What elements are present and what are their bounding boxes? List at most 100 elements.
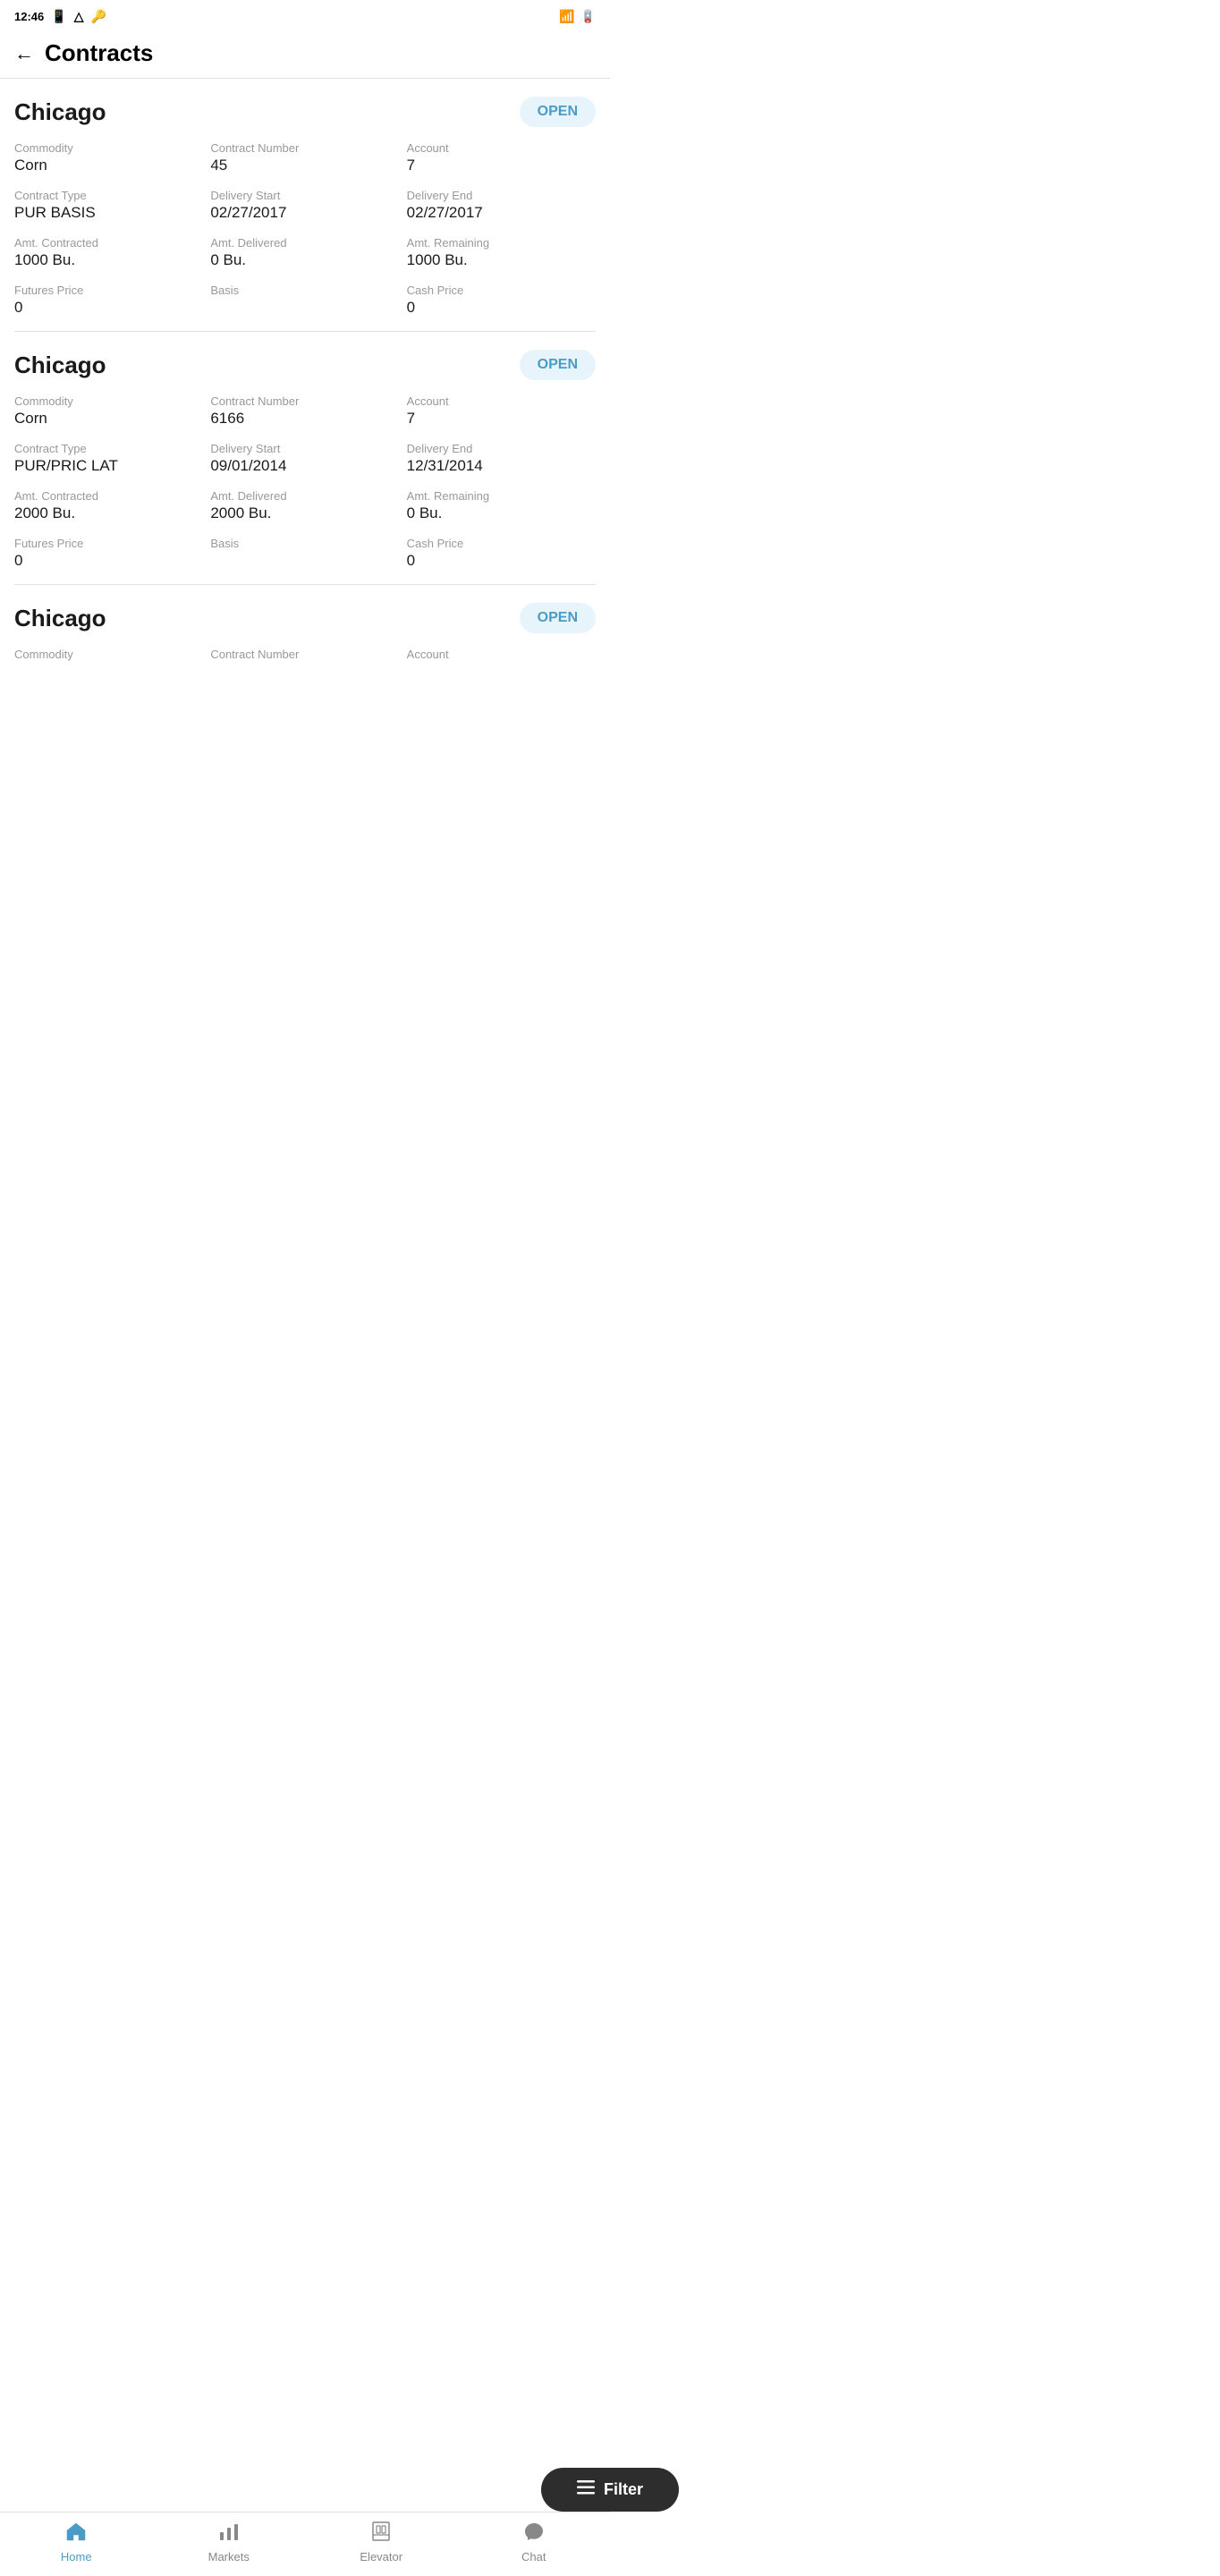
field-cash-price: Cash Price 0 (407, 537, 596, 570)
field-futures-price: Futures Price 0 (14, 284, 203, 317)
field-label: Contract Type (14, 442, 203, 455)
field-label: Account (407, 648, 596, 661)
avira-icon: △ (74, 9, 84, 24)
status-badge: OPEN (520, 603, 596, 633)
field-value: 7 (407, 410, 596, 428)
field-label: Amt. Delivered (210, 236, 399, 250)
field-basis: Basis (210, 284, 399, 317)
filter-icon (577, 2480, 595, 2499)
field-label: Cash Price (407, 284, 596, 297)
field-account: Account 7 (407, 141, 596, 174)
field-label: Amt. Remaining (407, 489, 596, 503)
nav-elevator[interactable]: Elevator (354, 2521, 408, 2563)
contract-header: Chicago OPEN (14, 350, 596, 380)
contract-card: Chicago OPEN Commodity Corn Contract Num… (14, 332, 596, 585)
filter-label: Filter (604, 2480, 643, 2499)
field-label: Amt. Contracted (14, 489, 203, 503)
field-label: Amt. Remaining (407, 236, 596, 250)
battery-icon: 🪫 (580, 9, 596, 24)
filter-button[interactable]: Filter (541, 2468, 679, 2512)
field-label: Delivery End (407, 442, 596, 455)
field-value: PUR/PRIC LAT (14, 457, 203, 475)
field-amt-delivered: Amt. Delivered 2000 Bu. (210, 489, 399, 522)
markets-icon (218, 2521, 240, 2546)
field-value: 0 (407, 299, 596, 317)
field-label: Contract Number (210, 648, 399, 661)
field-label: Basis (210, 284, 399, 297)
field-value: PUR BASIS (14, 204, 203, 222)
location-name: Chicago (14, 352, 106, 379)
contracts-list: Chicago OPEN Commodity Corn Contract Num… (0, 79, 610, 749)
field-label: Delivery End (407, 189, 596, 202)
field-delivery-end: Delivery End 02/27/2017 (407, 189, 596, 222)
field-label: Contract Number (210, 394, 399, 408)
contract-card: Chicago OPEN Commodity Corn Contract Num… (14, 79, 596, 332)
field-amt-contracted: Amt. Contracted 2000 Bu. (14, 489, 203, 522)
field-label: Account (407, 141, 596, 155)
field-label: Delivery Start (210, 189, 399, 202)
field-value: 7 (407, 157, 596, 174)
field-label: Amt. Contracted (14, 236, 203, 250)
field-commodity: Commodity (14, 648, 203, 663)
field-contract-number: Contract Number 45 (210, 141, 399, 174)
field-label: Contract Type (14, 189, 203, 202)
field-label: Cash Price (407, 537, 596, 550)
contract-header: Chicago OPEN (14, 603, 596, 633)
field-label: Account (407, 394, 596, 408)
field-value: 0 Bu. (210, 251, 399, 269)
field-label: Basis (210, 537, 399, 550)
chat-icon (523, 2521, 545, 2546)
field-account: Account (407, 648, 596, 663)
nav-markets[interactable]: Markets (202, 2521, 256, 2563)
field-delivery-start: Delivery Start 09/01/2014 (210, 442, 399, 475)
field-value: 1000 Bu. (407, 251, 596, 269)
fields-grid: Commodity Corn Contract Number 45 Accoun… (14, 141, 596, 317)
field-contract-type: Contract Type PUR/PRIC LAT (14, 442, 203, 475)
back-button[interactable]: ← (14, 42, 34, 65)
nav-home-label: Home (61, 2550, 92, 2563)
field-label: Commodity (14, 648, 203, 661)
field-value: 02/27/2017 (407, 204, 596, 222)
field-label: Delivery Start (210, 442, 399, 455)
field-value: 02/27/2017 (210, 204, 399, 222)
field-value: 0 (407, 552, 596, 570)
status-left: 12:46 📱 △ 🔑 (14, 9, 106, 24)
field-label: Futures Price (14, 537, 203, 550)
fields-grid: Commodity Corn Contract Number 6166 Acco… (14, 394, 596, 570)
field-basis: Basis (210, 537, 399, 570)
field-contract-type: Contract Type PUR BASIS (14, 189, 203, 222)
field-contract-number: Contract Number (210, 648, 399, 663)
status-bar: 12:46 📱 △ 🔑 📶 🪫 (0, 0, 610, 32)
field-label: Amt. Delivered (210, 489, 399, 503)
field-amt-contracted: Amt. Contracted 1000 Bu. (14, 236, 203, 269)
sim-icon: 📱 (51, 9, 66, 24)
status-badge: OPEN (520, 350, 596, 380)
field-value: 1000 Bu. (14, 251, 203, 269)
field-contract-number: Contract Number 6166 (210, 394, 399, 428)
field-value: Corn (14, 410, 203, 428)
nav-markets-label: Markets (208, 2550, 250, 2563)
header: ← Contracts (0, 32, 610, 79)
elevator-icon (370, 2521, 392, 2546)
home-icon (65, 2521, 87, 2546)
field-value: 6166 (210, 410, 399, 428)
bottom-nav: Home Markets Elevator Chat (0, 2512, 610, 2576)
nav-home[interactable]: Home (49, 2521, 103, 2563)
field-delivery-end: Delivery End 12/31/2014 (407, 442, 596, 475)
field-value: Corn (14, 157, 203, 174)
field-value: 0 Bu. (407, 504, 596, 522)
key-icon: 🔑 (90, 9, 106, 24)
location-name: Chicago (14, 98, 106, 126)
field-commodity: Commodity Corn (14, 394, 203, 428)
nav-elevator-label: Elevator (360, 2550, 402, 2563)
field-commodity: Commodity Corn (14, 141, 203, 174)
field-label: Commodity (14, 394, 203, 408)
field-value: 2000 Bu. (210, 504, 399, 522)
status-time: 12:46 (14, 10, 44, 23)
field-label: Contract Number (210, 141, 399, 155)
nav-chat[interactable]: Chat (507, 2521, 561, 2563)
status-right: 📶 🪫 (559, 9, 596, 24)
field-amt-remaining: Amt. Remaining 0 Bu. (407, 489, 596, 522)
location-name: Chicago (14, 605, 106, 632)
field-account: Account 7 (407, 394, 596, 428)
